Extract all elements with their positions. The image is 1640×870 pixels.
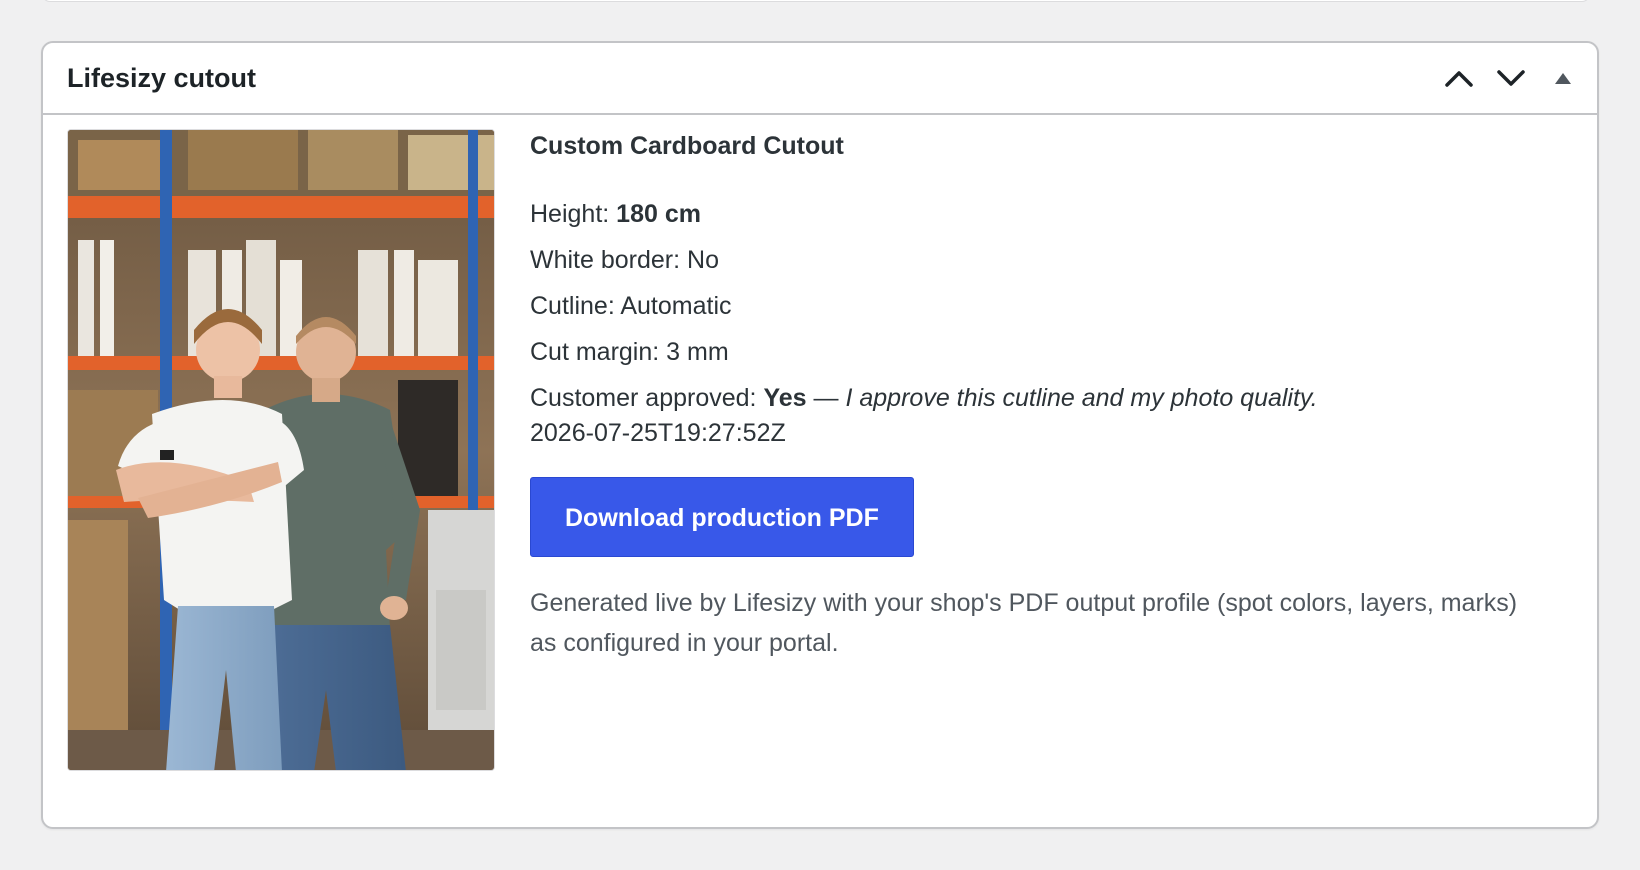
meta-cut-margin-value: 3 mm: [666, 338, 729, 366]
panel-header-controls: [1433, 43, 1589, 113]
meta-approved-value: Yes: [763, 384, 807, 412]
panel-header: Lifesizy cutout: [43, 43, 1597, 115]
meta-cutline-value: Automatic: [620, 292, 732, 320]
move-up-button[interactable]: [1433, 52, 1485, 104]
chevron-up-icon: [1445, 71, 1473, 87]
meta-white-border: White border: No: [530, 237, 1550, 283]
download-production-pdf-button[interactable]: Download production PDF: [530, 477, 914, 557]
meta-cutline: Cutline: Automatic: [530, 283, 1550, 329]
meta-white-border-value: No: [687, 246, 719, 274]
product-meta-list: Height: 180 cm White border: No Cutline:…: [530, 191, 1550, 421]
meta-height: Height: 180 cm: [530, 191, 1550, 237]
meta-cutline-label: Cutline:: [530, 292, 615, 320]
meta-approved-dash: —: [813, 384, 839, 412]
previous-panel-edge: [42, 0, 1590, 2]
meta-height-value: 180 cm: [616, 200, 701, 228]
triangle-up-icon: [1555, 73, 1571, 84]
meta-height-label: Height:: [530, 200, 610, 228]
meta-cut-margin: Cut margin: 3 mm: [530, 329, 1550, 375]
product-name: Custom Cardboard Cutout: [530, 132, 844, 160]
panel-title: Lifesizy cutout: [67, 62, 257, 93]
product-details: Custom Cardboard Cutout Height: 180 cm W…: [530, 129, 1550, 663]
move-down-button[interactable]: [1485, 52, 1537, 104]
toggle-panel-button[interactable]: [1537, 52, 1589, 104]
meta-white-border-label: White border:: [530, 246, 681, 274]
chevron-down-icon: [1497, 70, 1525, 86]
warehouse-photo-image: [68, 130, 494, 770]
meta-cut-margin-label: Cut margin:: [530, 338, 660, 366]
meta-approved-statement: I approve this cutline and my photo qual…: [845, 384, 1318, 412]
meta-approved-label: Customer approved:: [530, 384, 757, 412]
pdf-generation-note: Generated live by Lifesizy with your sho…: [530, 589, 1518, 657]
panel-body: Custom Cardboard Cutout Height: 180 cm W…: [43, 115, 1597, 829]
lifesizy-cutout-panel: Lifesizy cutout Custom Cardboard Cutout …: [41, 41, 1599, 829]
product-photo: [67, 129, 495, 771]
